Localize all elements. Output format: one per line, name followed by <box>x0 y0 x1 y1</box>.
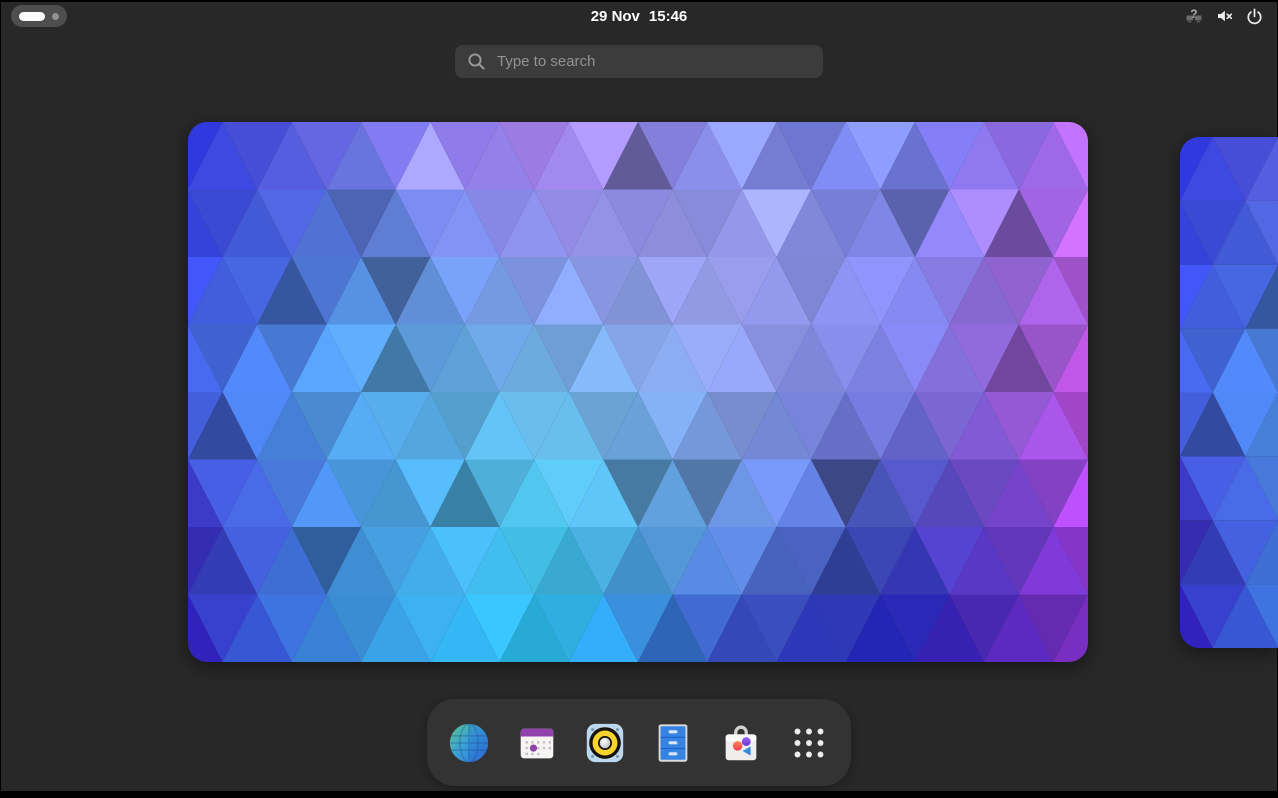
software-icon <box>718 720 764 766</box>
dock-item-files[interactable] <box>649 719 697 767</box>
wallpaper <box>1180 137 1278 648</box>
volume-muted-icon <box>1216 8 1233 24</box>
workspace-active-pill <box>19 12 45 21</box>
dash <box>427 699 851 786</box>
dock-item-web-browser[interactable] <box>445 719 493 767</box>
dock-item-calendar[interactable] <box>513 719 561 767</box>
dock-item-app-grid[interactable] <box>785 719 833 767</box>
network-question-badge: ? <box>1190 8 1197 21</box>
network-unknown-icon: ? <box>1185 8 1203 25</box>
dock-item-music[interactable] <box>581 719 629 767</box>
workspace-preview-next[interactable] <box>1180 137 1278 648</box>
clock-time: 15:46 <box>649 8 687 25</box>
power-icon <box>1246 8 1263 25</box>
gnome-activities-overview: 29 Nov 15:46 ? <box>0 0 1278 798</box>
wallpaper <box>188 122 1088 662</box>
search-icon <box>467 52 486 71</box>
web-browser-icon <box>446 720 492 766</box>
files-icon <box>650 720 696 766</box>
search-entry[interactable] <box>455 45 823 78</box>
quick-settings-button[interactable]: ? <box>1181 2 1267 30</box>
workspace-dot <box>52 13 59 20</box>
top-bar: 29 Nov 15:46 ? <box>1 2 1277 30</box>
clock-date: 29 Nov <box>591 8 640 25</box>
clock-button[interactable]: 29 Nov 15:46 <box>591 2 688 30</box>
workspace-preview-current[interactable] <box>188 122 1088 662</box>
calendar-icon <box>514 720 560 766</box>
search-input[interactable] <box>495 52 811 71</box>
dock-item-software[interactable] <box>717 719 765 767</box>
workspace-indicator[interactable] <box>11 5 67 27</box>
music-speaker-icon <box>582 719 628 767</box>
app-grid-icon <box>786 720 832 766</box>
